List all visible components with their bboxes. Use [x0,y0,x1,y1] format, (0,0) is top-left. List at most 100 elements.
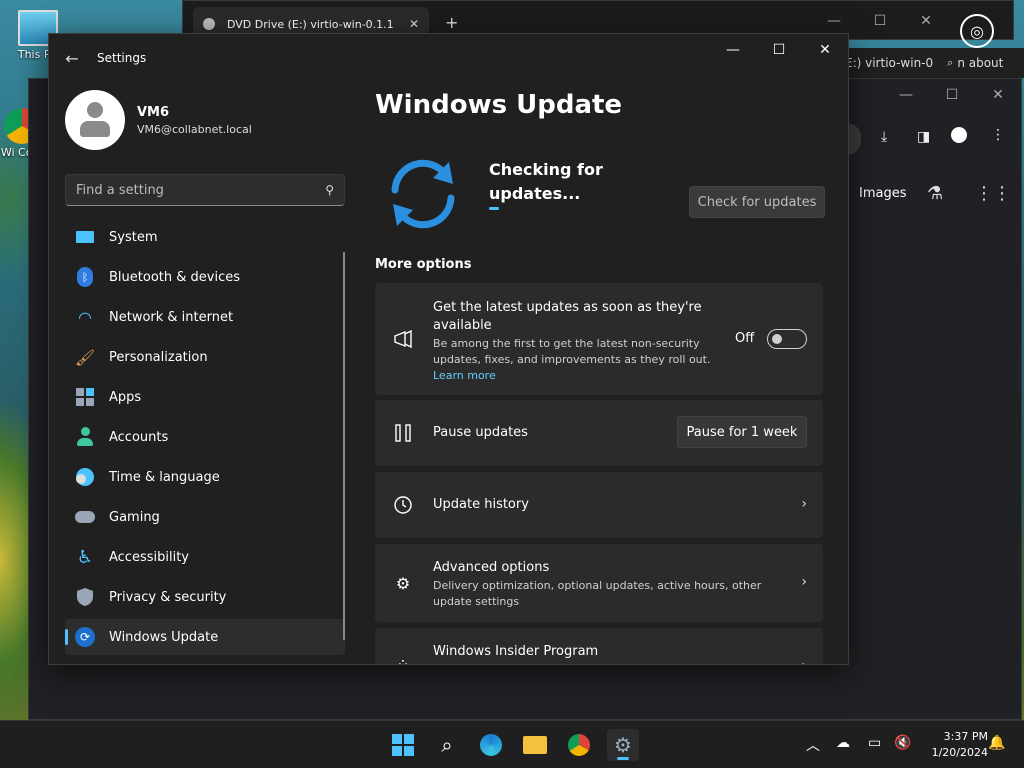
shield-icon [75,587,95,607]
sidebar-item-apps[interactable]: Apps [65,379,345,415]
card-title: Update history [433,497,529,512]
explorer-tab-title: DVD Drive (E:) virtio-win-0.1.1 [227,17,394,31]
sidebar-item-accessibility[interactable]: ♿ Accessibility [65,539,345,575]
status-text: Checking for updates... [489,160,603,203]
sidebar-item-label: Network & internet [109,309,234,325]
dvd-drive-icon [203,18,215,30]
edge-dev-button[interactable] [475,729,507,761]
window-title: Settings [97,51,147,65]
new-tab-icon[interactable]: + [445,13,458,32]
sync-icon [391,159,455,229]
notification-bell-icon[interactable]: 🔔 [988,735,1005,751]
toggle-state-label: Off [735,331,755,346]
minimize-icon[interactable]: — [710,34,756,66]
search-icon: ⌕ [947,56,954,69]
apps-grid-icon[interactable]: ⋮⋮ [975,183,1011,204]
time: 3:37 PM [943,730,988,743]
latest-updates-toggle[interactable] [767,329,807,349]
sidebar-item-bluetooth[interactable]: ᛒ Bluetooth & devices [65,259,345,295]
sidebar-item-system[interactable]: System [65,219,345,255]
sidebar-item-gaming[interactable]: Gaming [65,499,345,535]
card-title: Pause updates [433,425,528,440]
clock[interactable]: 3:37 PM 1/20/2024 [918,729,988,761]
megaphone-icon [391,327,415,351]
settings-titlebar[interactable]: ← Settings — ☐ ✕ [49,34,848,82]
browser-profile-icon[interactable]: ◎ [960,14,994,48]
network-icon[interactable]: ▭ [868,735,881,751]
check-for-updates-button[interactable]: Check for updates [689,186,825,218]
sidebar-icon[interactable]: ◨ [917,129,930,145]
sidebar-item-privacy-security[interactable]: Privacy & security [65,579,345,615]
maximize-icon[interactable]: ☐ [857,5,903,37]
maximize-icon[interactable]: ☐ [929,79,975,111]
sidebar-item-label: Gaming [109,509,160,525]
insider-icon: ⁘ [396,654,410,665]
sidebar-item-network[interactable]: ◠ Network & internet [65,299,345,335]
avatar [65,90,125,150]
back-arrow-icon[interactable]: ← [49,34,95,82]
more-options-heading: More options [375,257,472,272]
card-update-history[interactable]: Update history › [375,472,823,538]
windows-logo-icon [392,734,414,756]
sidebar-item-personalization[interactable]: 🖌 Personalization [65,339,345,375]
file-explorer-button[interactable] [519,729,551,761]
sidebar-item-label: Privacy & security [109,589,227,605]
settings-taskbar-button[interactable]: ⚙ [607,729,639,761]
profile-icon[interactable] [951,127,967,143]
close-icon[interactable]: ✕ [903,5,949,37]
card-windows-insider[interactable]: ⁘ Windows Insider Program › [375,628,823,665]
images-link[interactable]: Images [859,186,907,201]
pause-for-1-week-button[interactable]: Pause for 1 week [677,416,807,448]
card-title: Advanced options [433,560,550,575]
close-icon[interactable]: ✕ [975,79,1021,111]
sidebar-item-label: Time & language [109,469,220,485]
sidebar-item-label: Bluetooth & devices [109,269,240,285]
search-icon: ⚲ [325,183,334,197]
more-menu-icon[interactable]: ⋮ [991,127,1005,143]
start-button[interactable] [387,729,419,761]
accessibility-icon: ♿ [76,546,94,568]
volume-muted-icon[interactable]: 🔇 [894,735,911,751]
close-icon[interactable]: ✕ [802,34,848,66]
chrome-icon [568,734,590,756]
cloud-offline-icon[interactable]: ☁ [836,735,850,751]
card-title: Get the latest updates as soon as they'r… [433,300,702,333]
explorer-strip: E:) virtio-win-0 ⌕ n about [835,48,1024,78]
profile-email: VM6@collabnet.local [137,122,252,136]
sidebar-item-label: Windows Update [109,629,219,645]
windows-update-icon: ⟳ [75,627,95,647]
update-status: Checking for updates... Check for update… [375,154,825,234]
wifi-icon: ◠ [78,307,92,327]
page-title: Windows Update [375,90,623,120]
progress-indicator [489,207,499,210]
maximize-icon[interactable]: ☐ [756,34,802,66]
history-icon [391,493,415,517]
sidebar-item-accounts[interactable]: Accounts [65,419,345,455]
date: 1/20/2024 [931,746,988,759]
search-box[interactable]: ⚲ [65,174,345,206]
profile-name: VM6 [137,104,170,120]
search-taskbar-button[interactable]: ⌕ [431,729,463,761]
learn-more-link[interactable]: Learn more [433,369,496,382]
search-input[interactable] [76,182,326,198]
sidebar-item-label: Accounts [109,429,169,445]
sidebar-nav: System ᛒ Bluetooth & devices ◠ Network &… [65,219,345,659]
user-profile[interactable]: VM6 VM6@collabnet.local [65,90,252,150]
address-bar-edge[interactable] [847,123,861,155]
card-latest-updates[interactable]: Get the latest updates as soon as they'r… [375,283,823,395]
card-title: Windows Insider Program [433,644,599,659]
download-icon[interactable]: ⤓ [881,129,887,145]
minimize-icon[interactable]: — [883,79,929,111]
chevron-right-icon: › [801,496,807,512]
chevron-right-icon: › [801,658,807,664]
sidebar-item-label: Apps [109,389,142,405]
chevron-up-icon[interactable]: ︿ [806,735,820,755]
close-tab-icon[interactable]: ✕ [409,17,419,31]
sidebar-item-time-language[interactable]: Time & language [65,459,345,495]
labs-flask-icon[interactable]: ⚗ [927,183,943,204]
sidebar-item-label: Personalization [109,349,208,365]
sidebar-item-windows-update[interactable]: ⟳ Windows Update [65,619,345,655]
sidebar-scrollbar[interactable] [343,252,345,640]
card-advanced-options[interactable]: ⚙ Advanced options Delivery optimization… [375,544,823,622]
chrome-button[interactable] [563,729,595,761]
